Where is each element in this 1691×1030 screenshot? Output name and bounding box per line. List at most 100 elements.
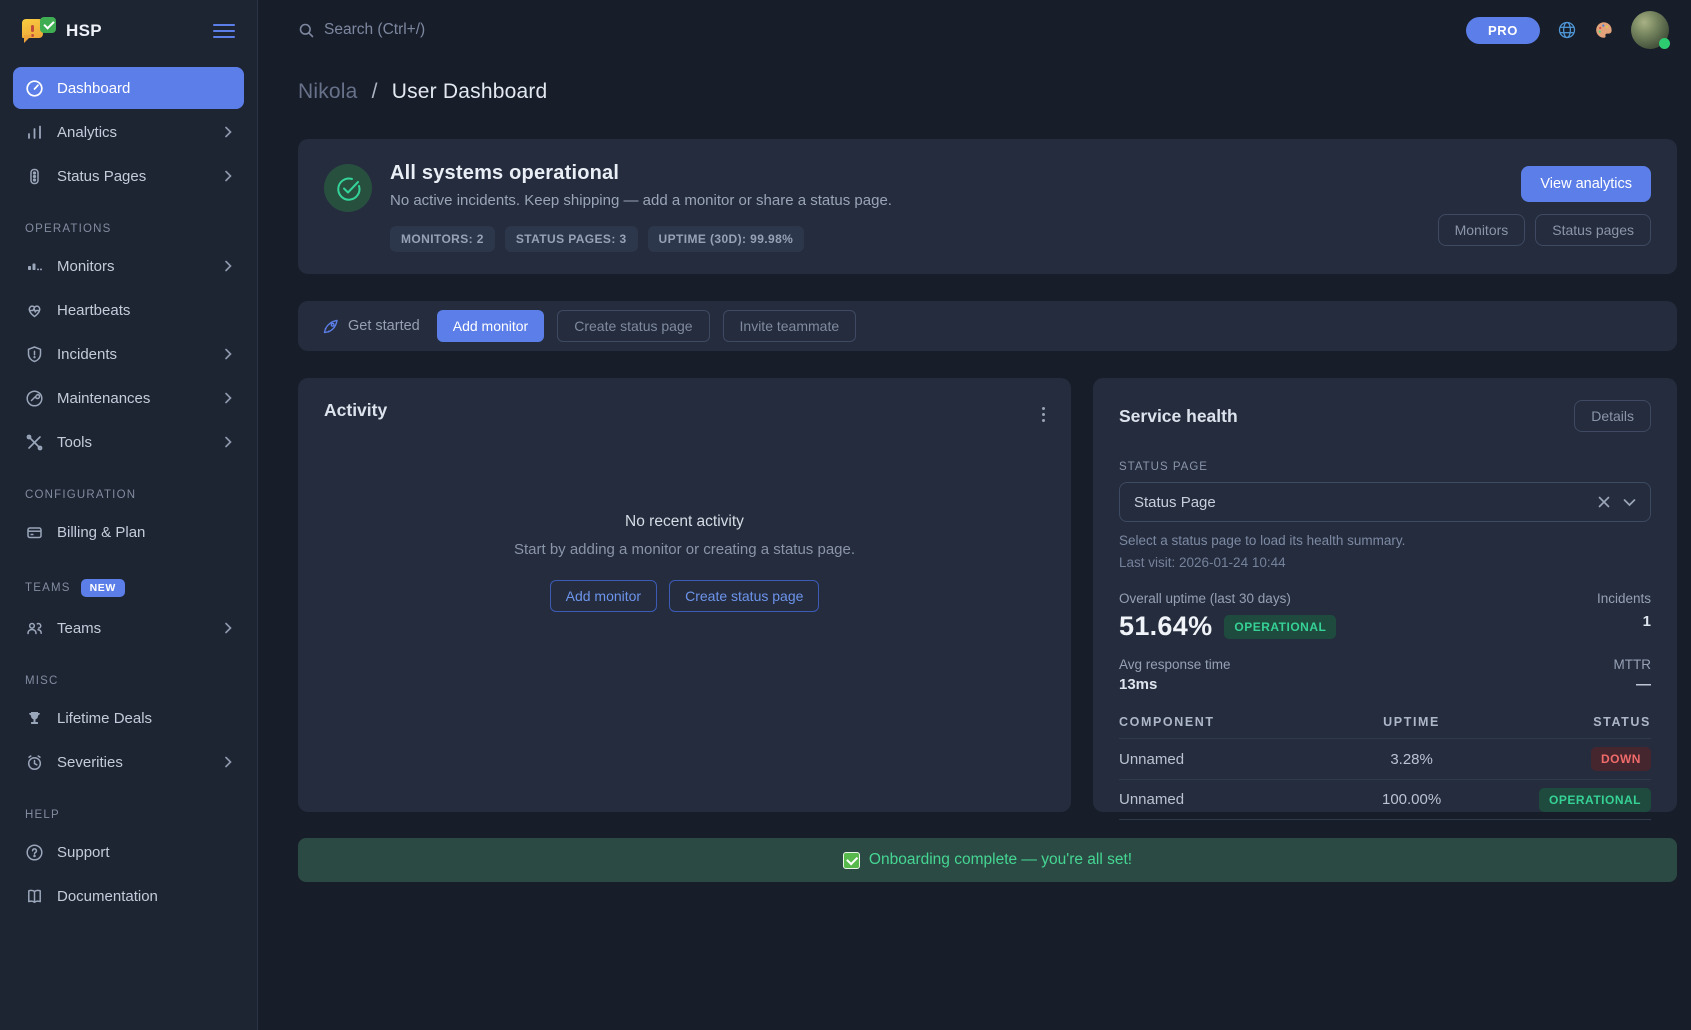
sidebar-item-tools[interactable]: Tools (13, 421, 244, 463)
empty-state-title: No recent activity (324, 513, 1045, 531)
sidebar-item-status-pages[interactable]: Status Pages (13, 155, 244, 197)
rocket-icon (322, 318, 339, 335)
sidebar-item-label: Severities (57, 754, 224, 771)
online-status-dot (1659, 38, 1670, 49)
sidebar-item-label: Analytics (57, 124, 224, 141)
sidebar-item-severities[interactable]: Severities (13, 741, 244, 783)
uptime-badge: UPTIME (30D): 99.98% (648, 226, 805, 252)
brand-name: HSP (66, 21, 213, 41)
onboarding-banner-text: Onboarding complete — you're all set! (869, 851, 1132, 869)
sidebar-item-documentation[interactable]: Documentation (13, 875, 244, 917)
new-badge: NEW (81, 579, 125, 597)
component-name: Unnamed (1119, 751, 1332, 768)
hamburger-menu-icon[interactable] (213, 17, 235, 45)
sidebar-item-label: Maintenances (57, 390, 224, 407)
sidebar: HSP Dashboard Analytics Status Pages (0, 0, 258, 1030)
sidebar-item-analytics[interactable]: Analytics (13, 111, 244, 153)
activity-empty-state: No recent activity Start by adding a mon… (324, 513, 1045, 612)
user-avatar[interactable] (1631, 11, 1669, 49)
get-started-bar: Get started Add monitor Create status pa… (298, 301, 1677, 351)
col-uptime: UPTIME (1332, 715, 1492, 729)
table-row[interactable]: Unnamed 3.28% DOWN (1119, 738, 1651, 779)
check-circle-icon (324, 164, 372, 212)
sidebar-item-label: Tools (57, 434, 224, 451)
content: Nikola / User Dashboard All systems oper… (258, 60, 1691, 1030)
clear-selection-icon[interactable] (1598, 496, 1610, 508)
status-badge: OPERATIONAL (1539, 788, 1651, 812)
monitors-button[interactable]: Monitors (1438, 214, 1526, 246)
sidebar-item-maintenances[interactable]: Maintenances (13, 377, 244, 419)
service-health-title: Service health (1119, 406, 1238, 427)
credit-card-icon (25, 523, 44, 542)
sidebar-item-label: Teams (57, 620, 224, 637)
sidebar-section-misc: MISC (25, 675, 232, 687)
book-icon (25, 887, 44, 906)
onboarding-banner: Onboarding complete — you're all set! (298, 838, 1677, 882)
table-header-row: COMPONENT UPTIME STATUS (1119, 709, 1651, 738)
activity-title: Activity (324, 400, 1045, 421)
check-square-icon (40, 17, 56, 33)
details-button[interactable]: Details (1574, 400, 1651, 432)
shield-alert-icon (25, 345, 44, 364)
search[interactable] (298, 21, 1466, 39)
table-row[interactable]: Unnamed 100.00% OPERATIONAL (1119, 779, 1651, 820)
invite-teammate-button[interactable]: Invite teammate (723, 310, 857, 342)
create-status-page-button[interactable]: Create status page (557, 310, 709, 342)
incidents-label: Incidents (1597, 591, 1651, 606)
uptime-value: 51.64% (1119, 611, 1212, 642)
palette-icon[interactable] (1594, 20, 1614, 40)
components-table: COMPONENT UPTIME STATUS Unnamed 3.28% DO… (1119, 709, 1651, 820)
breadcrumb: Nikola / User Dashboard (298, 80, 1677, 104)
sidebar-item-label: Status Pages (57, 168, 224, 185)
sidebar-item-label: Support (57, 844, 232, 861)
hero-badges: MONITORS: 2 STATUS PAGES: 3 UPTIME (30D)… (390, 226, 892, 252)
get-started-label-group: Get started (322, 318, 420, 335)
sidebar-item-dashboard[interactable]: Dashboard (13, 67, 244, 109)
sidebar-item-billing[interactable]: Billing & Plan (13, 511, 244, 553)
bar-chart-icon (25, 123, 44, 142)
sidebar-item-monitors[interactable]: Monitors (13, 245, 244, 287)
component-uptime: 100.00% (1332, 791, 1492, 808)
topbar: PRO (258, 0, 1691, 60)
status-hero-card: All systems operational No active incide… (298, 139, 1677, 274)
avg-response-value: 13ms (1119, 676, 1231, 693)
add-monitor-button[interactable]: Add monitor (437, 310, 544, 342)
section-label: TEAMS (25, 582, 71, 594)
service-health-card: Service health Details STATUS PAGE Statu… (1093, 378, 1677, 812)
breadcrumb-parent[interactable]: Nikola (298, 80, 358, 103)
uptime-status-badge: OPERATIONAL (1224, 615, 1336, 639)
kebab-menu-icon[interactable] (1038, 400, 1050, 429)
chevron-right-icon (224, 126, 232, 138)
sidebar-item-label: Dashboard (57, 80, 232, 97)
heartbeat-icon (25, 301, 44, 320)
pro-badge[interactable]: PRO (1466, 17, 1540, 44)
sidebar-item-teams[interactable]: Teams (13, 607, 244, 649)
sidebar-item-label: Lifetime Deals (57, 710, 232, 727)
chevron-right-icon (224, 392, 232, 404)
status-pages-button[interactable]: Status pages (1535, 214, 1651, 246)
sidebar-nav: Dashboard Analytics Status Pages OPERATI… (0, 59, 257, 917)
view-analytics-button[interactable]: View analytics (1521, 166, 1651, 202)
component-uptime: 3.28% (1332, 751, 1492, 768)
empty-create-status-page-button[interactable]: Create status page (669, 580, 819, 612)
sidebar-item-heartbeats[interactable]: Heartbeats (13, 289, 244, 331)
search-input[interactable] (324, 21, 624, 39)
sidebar-item-label: Monitors (57, 258, 224, 275)
sidebar-item-support[interactable]: Support (13, 831, 244, 873)
sidebar-item-lifetime-deals[interactable]: Lifetime Deals (13, 697, 244, 739)
chevron-down-icon[interactable] (1623, 498, 1636, 507)
empty-add-monitor-button[interactable]: Add monitor (550, 580, 657, 612)
sidebar-item-incidents[interactable]: Incidents (13, 333, 244, 375)
status-page-select[interactable]: Status Page (1119, 482, 1651, 522)
status-pages-count-badge: STATUS PAGES: 3 (505, 226, 638, 252)
gauge-icon (25, 79, 44, 98)
mttr-label: MTTR (1614, 657, 1652, 672)
hero-subtitle: No active incidents. Keep shipping — add… (390, 192, 892, 209)
globe-icon[interactable] (1557, 20, 1577, 40)
get-started-label: Get started (348, 318, 420, 334)
status-badge: DOWN (1591, 747, 1651, 771)
chevron-right-icon (224, 756, 232, 768)
chevron-right-icon (224, 436, 232, 448)
activity-card: Activity No recent activity Start by add… (298, 378, 1071, 812)
sidebar-item-label: Billing & Plan (57, 524, 232, 541)
